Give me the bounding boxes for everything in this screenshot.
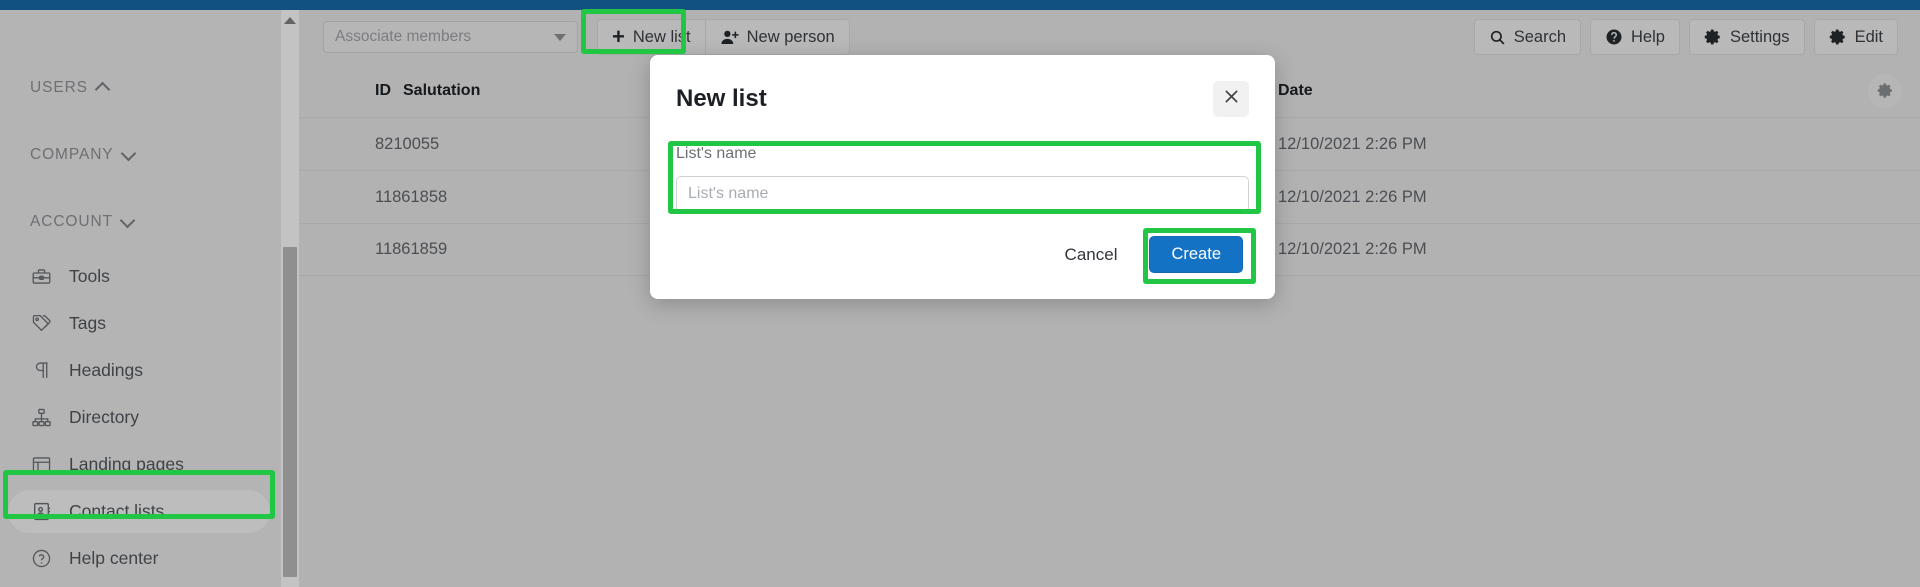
plus-icon: + (612, 24, 625, 49)
column-header-id[interactable]: ID (303, 82, 403, 100)
sidebar-item-headings-label: Headings (69, 360, 143, 380)
gear-icon (1829, 28, 1847, 46)
associate-members-select-value: Associate members (335, 28, 472, 45)
help-button[interactable]: Help (1590, 19, 1680, 55)
settings-button[interactable]: Settings (1688, 19, 1805, 55)
sidebar-item-contact-lists-label: Contact lists (69, 501, 165, 521)
sidebar-item-tools[interactable]: Tools (0, 253, 290, 300)
cell-date: 12/10/2021 2:26 PM (1278, 240, 1427, 258)
sidebar-item-landing-pages-label: Landing pages (69, 454, 184, 474)
new-person-button-label: New person (746, 27, 835, 46)
sidebar-section-account-label: ACCOUNT (30, 213, 113, 230)
sidebar-item-help-center-label: Help center (69, 548, 159, 568)
settings-button-label: Settings (1729, 27, 1790, 46)
new-list-button[interactable]: + New list (597, 19, 705, 55)
sidebar-section-users[interactable]: USERS (0, 75, 111, 101)
toolbox-icon (30, 266, 52, 288)
column-header-date[interactable]: Date (1278, 82, 1850, 100)
new-list-modal: New list List's name Cancel Create (650, 55, 1275, 299)
chevron-up-icon (94, 81, 111, 97)
sidebar-section-company[interactable]: COMPANY (0, 142, 136, 168)
gear-icon (1868, 73, 1902, 108)
sidebar-item-tools-label: Tools (69, 266, 110, 286)
sidebar-item-landing-pages[interactable]: Landing pages (0, 441, 290, 488)
sidebar-item-tags[interactable]: Tags (0, 300, 290, 347)
sidebar-section-account[interactable]: ACCOUNT (0, 209, 136, 235)
help-button-label: Help (1631, 27, 1665, 46)
sidebar-item-directory[interactable]: Directory (0, 394, 290, 441)
associate-members-select[interactable]: Associate members (323, 21, 578, 53)
contact-card-icon (30, 501, 52, 523)
help-circle-icon (1605, 28, 1623, 46)
sidebar-nav-list: Tools Tags Headings Directory Landing pa… (0, 253, 290, 582)
search-button[interactable]: Search (1473, 19, 1581, 55)
gear-icon (1704, 28, 1722, 46)
lists-name-label: List's name (676, 145, 757, 162)
cell-id: 11861859 (375, 240, 448, 258)
app-root: USERS COMPANY ACCOUNT Tools Tags Heading… (0, 0, 1920, 587)
sidebar-section-company-label: COMPANY (30, 146, 114, 163)
search-icon (1489, 29, 1506, 46)
chevron-down-icon (554, 33, 566, 41)
new-list-button-label: New list (632, 27, 691, 46)
cell-id: 11861858 (375, 187, 448, 206)
person-plus-icon (720, 28, 739, 47)
tags-icon (30, 313, 52, 335)
chevron-down-icon (120, 145, 136, 162)
modal-title: New list (676, 85, 767, 112)
sitemap-icon (30, 407, 52, 429)
cell-id: 8210055 (375, 134, 440, 153)
modal-footer: Cancel Create (650, 218, 1275, 299)
sidebar-item-tags-label: Tags (69, 313, 106, 333)
question-circle-icon (30, 548, 52, 570)
search-button-label: Search (1513, 27, 1566, 46)
window-icon (30, 454, 52, 476)
modal-header: New list (650, 55, 1275, 133)
create-button[interactable]: Create (1149, 236, 1243, 273)
edit-button[interactable]: Edit (1813, 19, 1898, 55)
close-button[interactable] (1213, 81, 1249, 117)
table-settings-button[interactable] (1850, 73, 1920, 108)
toolbar-left-group: Associate members + New list New person (323, 19, 850, 55)
scroll-up-arrow-icon[interactable] (284, 17, 296, 24)
modal-body: List's name (650, 133, 1275, 218)
edit-button-label: Edit (1854, 27, 1883, 46)
sidebar-item-directory-label: Directory (69, 407, 140, 427)
sidebar-item-headings[interactable]: Headings (0, 347, 290, 394)
sidebar-item-contact-lists[interactable]: Contact lists (0, 488, 290, 535)
cell-date: 12/10/2021 2:26 PM (1278, 134, 1427, 153)
new-person-button[interactable]: New person (704, 19, 850, 55)
sidebar: USERS COMPANY ACCOUNT Tools Tags Heading… (0, 10, 290, 587)
lists-name-input[interactable] (676, 176, 1249, 212)
content-scrollbar[interactable] (281, 10, 299, 587)
scrollbar-thumb[interactable] (283, 247, 297, 577)
cancel-button[interactable]: Cancel (1047, 237, 1136, 273)
sidebar-item-help-center[interactable]: Help center (0, 535, 290, 582)
top-blue-bar (0, 0, 1920, 10)
toolbar-right-group: Search Help Settings Edit (1473, 19, 1898, 55)
paragraph-icon (30, 360, 52, 382)
close-icon (1222, 87, 1241, 111)
sidebar-section-users-label: USERS (30, 79, 88, 96)
cell-date: 12/10/2021 2:26 PM (1278, 187, 1427, 206)
chevron-down-icon (119, 212, 136, 229)
